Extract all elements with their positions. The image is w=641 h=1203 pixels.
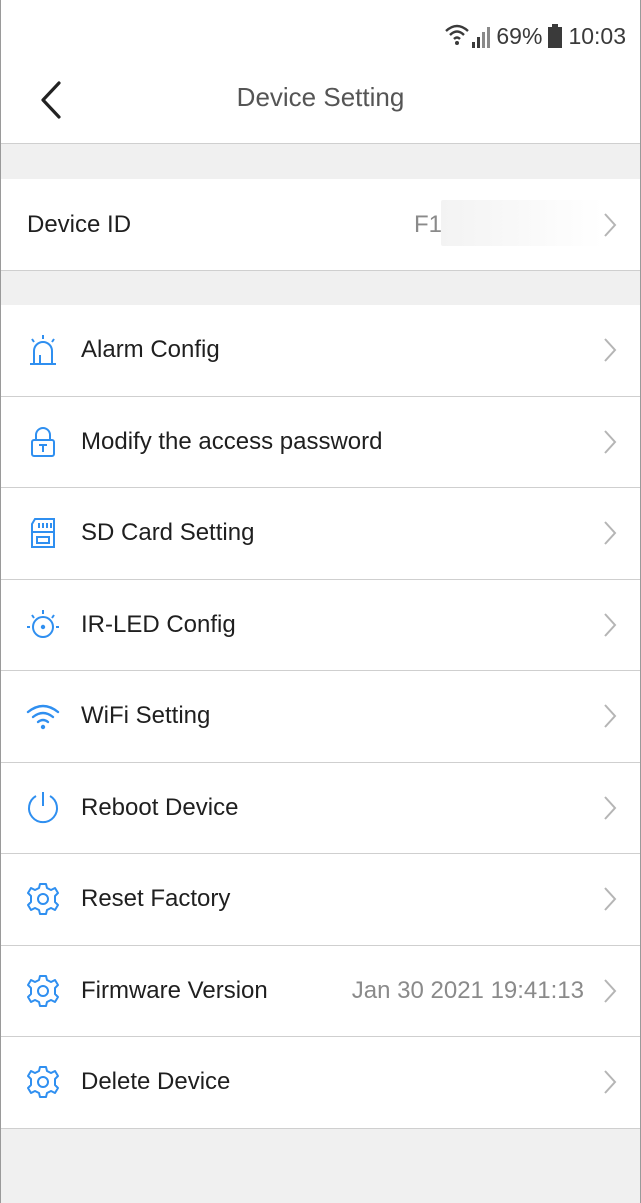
wifi-icon bbox=[25, 698, 61, 734]
chevron-right-icon bbox=[600, 976, 620, 1006]
chevron-right-icon bbox=[600, 210, 620, 240]
chevron-right-icon bbox=[600, 884, 620, 914]
page-title: Device Setting bbox=[236, 82, 405, 112]
signal-icon bbox=[444, 22, 491, 50]
menu-item-label: Modify the access password bbox=[81, 427, 383, 455]
top-bar: 69% 10:03 Device Setting bbox=[1, 0, 640, 144]
device-id-label: Device ID bbox=[27, 210, 132, 238]
menu-item-modify-password[interactable]: Modify the access password bbox=[1, 396, 640, 488]
lock-icon bbox=[25, 424, 61, 460]
settings-list: Alarm Config Modify the access password bbox=[1, 305, 640, 1129]
menu-item-label: Alarm Config bbox=[81, 336, 220, 364]
firmware-version-value: Jan 30 2021 19:41:13 bbox=[351, 976, 584, 1004]
menu-item-alarm-config[interactable]: Alarm Config bbox=[1, 305, 640, 397]
menu-item-reset-factory[interactable]: Reset Factory bbox=[1, 854, 640, 946]
gear-icon bbox=[25, 1064, 61, 1100]
battery-icon bbox=[548, 24, 563, 48]
status-bar: 69% 10:03 bbox=[444, 10, 626, 62]
chevron-right-icon bbox=[600, 610, 620, 640]
chevron-right-icon bbox=[600, 518, 620, 548]
menu-item-label: IR-LED Config bbox=[81, 610, 236, 638]
menu-item-label: Firmware Version bbox=[81, 976, 268, 1004]
menu-item-label: Reboot Device bbox=[81, 793, 239, 821]
device-setting-screen: 69% 10:03 Device Setting Device ID F1‹ A… bbox=[0, 0, 641, 1203]
clock: 10:03 bbox=[568, 22, 626, 49]
battery-percent: 69% bbox=[496, 22, 543, 49]
sd-card-icon bbox=[25, 515, 61, 551]
menu-item-label: Delete Device bbox=[81, 1068, 231, 1096]
chevron-right-icon bbox=[600, 427, 620, 457]
menu-item-label: Reset Factory bbox=[81, 885, 231, 913]
chevron-right-icon bbox=[600, 1067, 620, 1097]
alarm-icon bbox=[25, 332, 61, 368]
chevron-right-icon bbox=[600, 793, 620, 823]
gear-icon bbox=[25, 881, 61, 917]
menu-item-wifi-setting[interactable]: WiFi Setting bbox=[1, 671, 640, 763]
menu-item-sd-card-setting[interactable]: SD Card Setting bbox=[1, 488, 640, 580]
power-icon bbox=[25, 790, 61, 826]
gear-icon bbox=[25, 973, 61, 1009]
section-spacer bbox=[1, 145, 640, 179]
menu-item-ir-led-config[interactable]: IR-LED Config bbox=[1, 579, 640, 671]
ir-led-icon bbox=[25, 607, 61, 643]
menu-item-label: SD Card Setting bbox=[81, 519, 255, 547]
menu-item-delete-device[interactable]: Delete Device bbox=[1, 1037, 640, 1129]
nav-bar: Device Setting bbox=[1, 60, 640, 142]
redacted-device-id bbox=[441, 200, 603, 246]
menu-item-label: WiFi Setting bbox=[81, 702, 211, 730]
chevron-right-icon bbox=[600, 335, 620, 365]
menu-item-reboot-device[interactable]: Reboot Device bbox=[1, 762, 640, 854]
chevron-right-icon bbox=[600, 701, 620, 731]
menu-item-firmware-version[interactable]: Firmware Version Jan 30 2021 19:41:13 bbox=[1, 945, 640, 1037]
